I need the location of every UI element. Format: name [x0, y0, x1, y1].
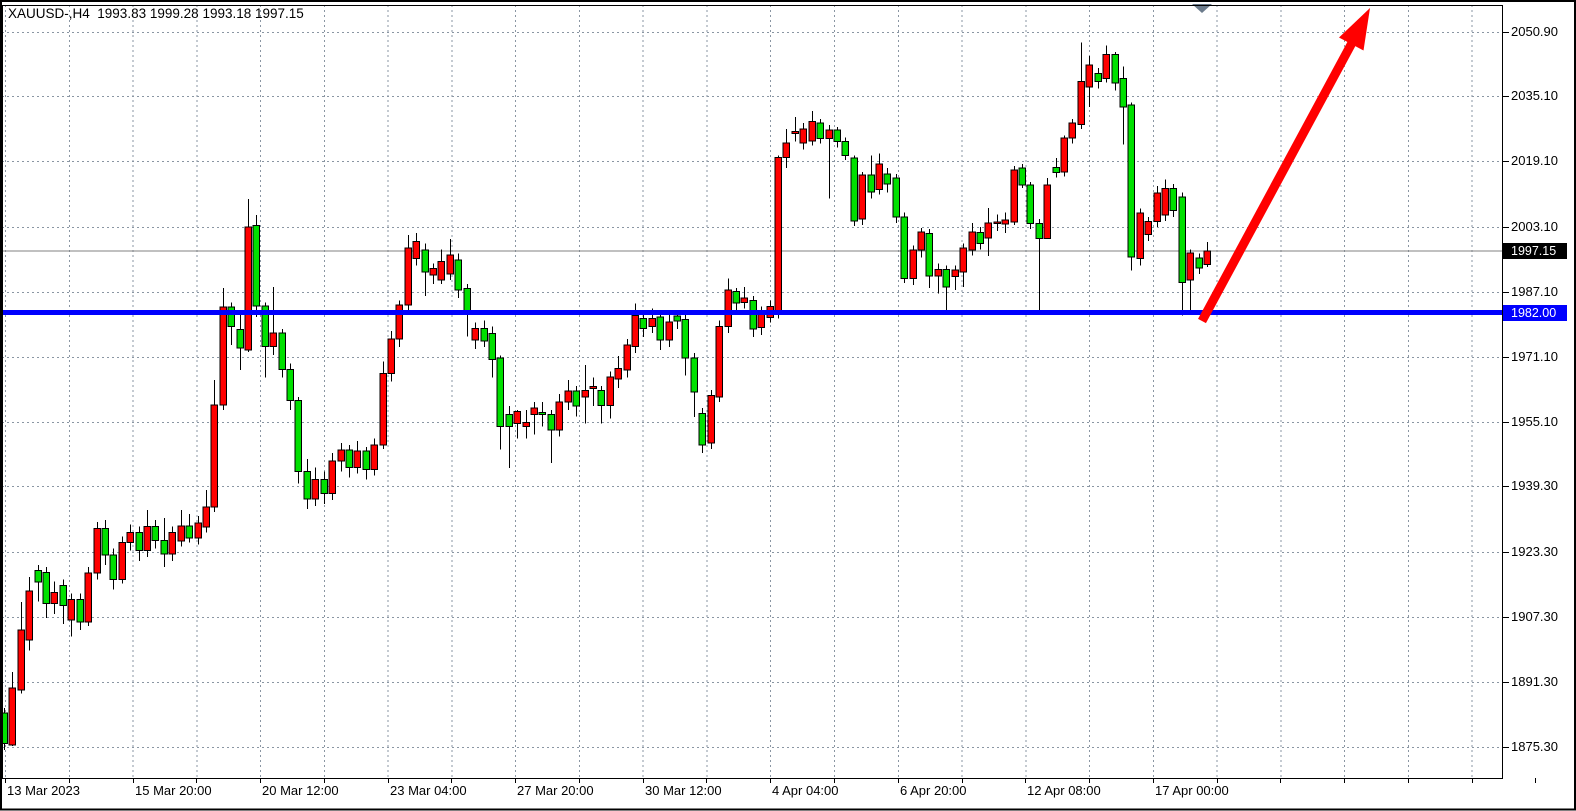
time-tick-label: 23 Mar 04:00 — [390, 783, 467, 798]
time-tick-label: 27 Mar 20:00 — [517, 783, 594, 798]
price-tick-label: 2019.10 — [1511, 154, 1558, 168]
window-frame — [1, 1, 1575, 810]
price-tick-label: 1971.10 — [1511, 350, 1558, 364]
price-tick-label: 1891.30 — [1511, 675, 1558, 689]
price-tick-label: 1939.30 — [1511, 479, 1558, 493]
chart-window: XAUUSD-,H4 1993.83 1999.28 1993.18 1997.… — [0, 0, 1576, 811]
price-tick-label: 1987.10 — [1511, 285, 1558, 299]
support-price-tag: 1982.00 — [1503, 305, 1567, 321]
time-tick-label: 12 Apr 08:00 — [1027, 783, 1101, 798]
time-tick-label: 6 Apr 20:00 — [900, 783, 967, 798]
price-tick-label: 1875.30 — [1511, 740, 1558, 754]
plot-border — [3, 6, 1503, 779]
ohlc-low: 1993.18 — [202, 6, 251, 21]
current-price-tag: 1997.15 — [1503, 243, 1567, 259]
price-tick-label: 2035.10 — [1511, 89, 1558, 103]
ohlc-high: 1999.28 — [150, 6, 199, 21]
price-tick-label: 2050.90 — [1511, 25, 1558, 39]
symbol-period-label: XAUUSD-,H4 — [8, 6, 90, 21]
time-tick-label: 13 Mar 2023 — [7, 783, 80, 798]
time-tick-label: 20 Mar 12:00 — [262, 783, 339, 798]
trend-arrow-object[interactable] — [1202, 8, 1370, 321]
time-tick-label: 30 Mar 12:00 — [645, 783, 722, 798]
ohlc-close: 1997.15 — [255, 6, 304, 21]
trend-arrow-head — [1339, 8, 1370, 51]
ohlc-header: XAUUSD-,H4 1993.83 1999.28 1993.18 1997.… — [8, 6, 304, 21]
time-tick-label: 4 Apr 04:00 — [772, 783, 839, 798]
price-tick-label: 2003.10 — [1511, 220, 1558, 234]
candles — [1, 42, 1211, 749]
trend-arrow-shaft[interactable] — [1202, 41, 1353, 321]
price-tick-label: 1907.30 — [1511, 610, 1558, 624]
ohlc-open: 1993.83 — [97, 6, 146, 21]
time-tick-label: 15 Mar 20:00 — [135, 783, 212, 798]
price-tick-label: 1923.30 — [1511, 545, 1558, 559]
candlestick-chart[interactable] — [0, 0, 1576, 811]
price-tick-label: 1955.10 — [1511, 415, 1558, 429]
time-tick-label: 17 Apr 00:00 — [1155, 783, 1229, 798]
